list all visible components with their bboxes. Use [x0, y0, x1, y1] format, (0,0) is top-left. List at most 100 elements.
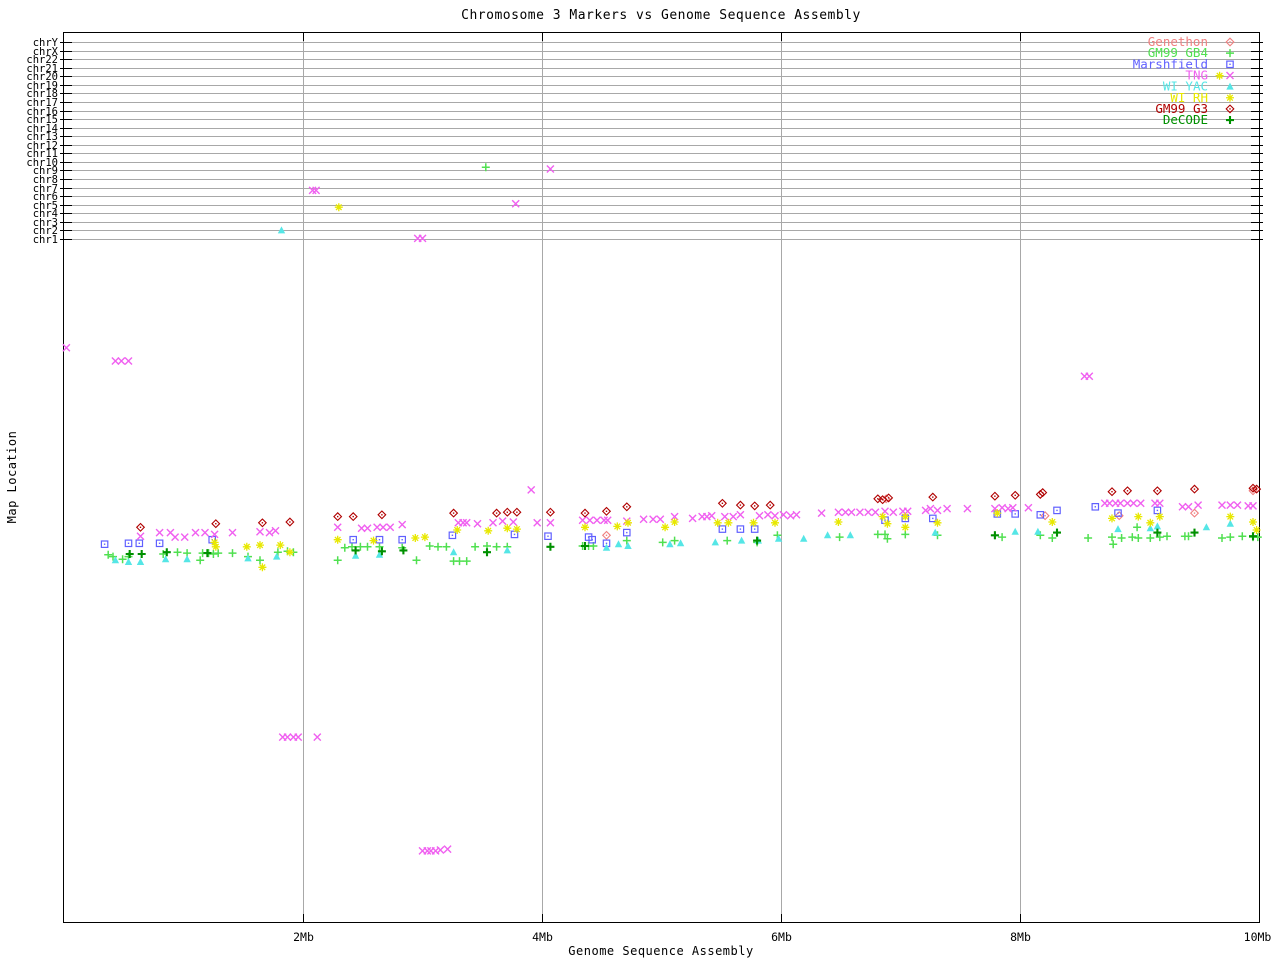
point-wi_yac: [624, 542, 632, 549]
point-gm99_gb4: [1083, 533, 1093, 543]
point-wi_rh: [1248, 517, 1258, 527]
point-tng: [1226, 500, 1235, 510]
series-tng: [62, 164, 1258, 856]
point-gm99_g3: [602, 506, 611, 516]
point-wi_rh: [833, 517, 844, 527]
point-gm99_gb4: [1116, 533, 1127, 543]
point-wi_rh: [713, 518, 723, 528]
point-wi_rh: [900, 522, 910, 532]
point-gm99_gb4: [1217, 533, 1227, 543]
x-tick-label-8Mb: 8Mb: [1010, 930, 1031, 944]
point-decode: [161, 547, 172, 558]
point-tng: [462, 518, 471, 527]
point-wi_rh: [368, 535, 379, 546]
point-wi_rh: [992, 508, 1002, 518]
point-tng: [847, 508, 856, 517]
point-tng: [372, 523, 382, 532]
point-gm99_gb4: [1225, 532, 1236, 542]
point-marshfield: [1053, 506, 1061, 515]
point-tng: [933, 506, 942, 515]
point-tng: [458, 518, 468, 527]
point-wi_rh: [1214, 71, 1225, 81]
point-tng: [136, 532, 145, 541]
point-wi_rh: [483, 526, 493, 536]
point-tng: [755, 511, 764, 520]
point-tng: [333, 523, 342, 532]
legend-marker-icon-gm99_gb4: [1225, 48, 1235, 58]
point-gm99_gb4: [172, 547, 183, 557]
point-decode: [1189, 527, 1200, 538]
point-wi_rh: [877, 511, 888, 522]
legend-label-decode: DeCODE: [1163, 112, 1208, 127]
point-wi_yac: [846, 531, 854, 539]
point-gm99_g3: [990, 491, 1000, 501]
point-tng: [585, 516, 594, 525]
x-tick-label-4Mb: 4Mb: [532, 930, 553, 944]
point-tng: [443, 844, 452, 854]
point-gm99_gb4: [900, 529, 911, 540]
point-tng: [509, 517, 518, 527]
point-wi_rh: [723, 518, 734, 528]
point-tng: [763, 510, 773, 519]
point-wi_rh: [1225, 511, 1235, 522]
point-decode: [350, 545, 361, 556]
point-gm99_g3: [718, 498, 727, 508]
point-gm99_gb4: [103, 550, 113, 560]
point-tng: [792, 510, 801, 519]
point-gm99_g3: [502, 507, 512, 517]
point-gm99_gb4: [622, 535, 632, 546]
point-wi_rh: [1047, 517, 1057, 527]
legend-marker-icon-wi_rh: [1225, 93, 1235, 103]
point-wi_rh: [410, 533, 420, 543]
point-tng: [311, 186, 321, 195]
point-tng: [180, 532, 189, 542]
point-wi_yac: [1202, 523, 1211, 531]
x-tick-label-10Mb: 10Mb: [1244, 930, 1272, 944]
point-decode: [1051, 527, 1063, 538]
point-wi_yac: [711, 538, 719, 546]
series-decode: [124, 527, 1259, 560]
point-marshfield: [1091, 502, 1100, 511]
point-tng: [200, 528, 210, 537]
point-tng: [688, 514, 697, 523]
point-gm99_g3: [622, 502, 632, 512]
point-tng: [363, 524, 372, 533]
point-gm99_gb4: [669, 535, 680, 546]
point-marshfield: [718, 525, 727, 533]
point-gm99_g3: [1123, 486, 1132, 496]
point-wi_rh: [770, 518, 780, 528]
point-wi_yac: [823, 531, 832, 539]
point-tng: [603, 516, 612, 525]
legend-marker-icon-decode: [1224, 115, 1236, 126]
point-tng: [648, 515, 658, 524]
point-wi_rh: [748, 518, 759, 528]
point-gm99_g3: [333, 512, 343, 521]
point-tng: [1116, 499, 1125, 508]
point-marshfield: [544, 532, 552, 541]
point-tng: [1184, 502, 1193, 511]
series-gm99_gb4: [103, 162, 1263, 566]
point-tng: [265, 528, 274, 537]
point-tng: [599, 516, 609, 525]
point-tng: [423, 846, 432, 856]
point-tng: [308, 186, 317, 195]
point-gm99_g3: [928, 492, 938, 502]
point-wi_rh: [257, 562, 268, 572]
point-tng: [656, 515, 665, 524]
point-gm99_g3: [285, 517, 295, 527]
point-gm99_g3: [1010, 490, 1020, 500]
point-tng: [1217, 500, 1227, 510]
legend-marker-icon-tng: [1225, 71, 1235, 80]
point-tng: [418, 234, 427, 243]
point-wi_yac: [1034, 527, 1042, 535]
point-gm99_gb4: [1145, 533, 1156, 543]
point-wi_rh: [900, 511, 910, 522]
point-wi_yac: [244, 554, 252, 562]
point-wi_rh: [242, 542, 252, 552]
point-gm99_g3: [512, 507, 522, 517]
point-tng: [378, 523, 388, 532]
chart-title: Chromosome 3 Markers vs Genome Sequence …: [461, 8, 861, 23]
point-genethon: [602, 530, 611, 540]
point-marshfield: [750, 525, 759, 533]
point-gm99_gb4: [332, 555, 343, 565]
